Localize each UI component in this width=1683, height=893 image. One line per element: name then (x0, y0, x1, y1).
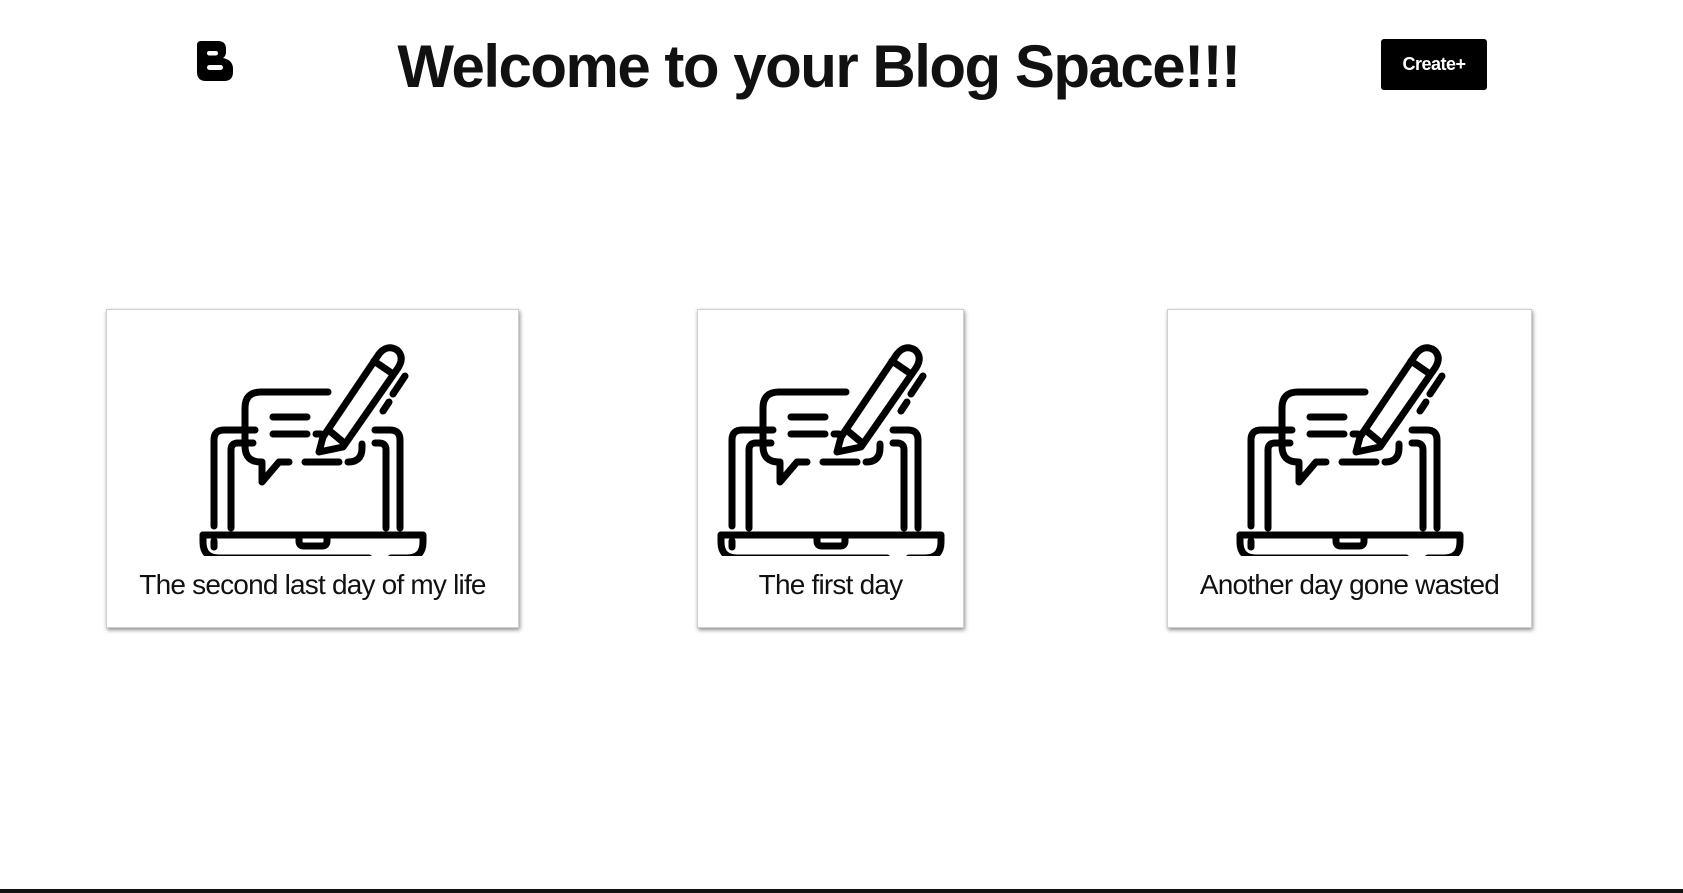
create-button[interactable]: Create+ (1381, 39, 1487, 90)
laptop-chat-pencil-icon (715, 332, 947, 556)
post-title: The first day (758, 569, 903, 600)
post-title: The second last day of my life (139, 569, 486, 600)
laptop-chat-pencil-icon (1234, 332, 1466, 556)
footer-divider (0, 889, 1683, 893)
post-card[interactable]: The second last day of my life (106, 309, 519, 628)
post-card[interactable]: Another day gone wasted (1167, 309, 1532, 628)
laptop-chat-pencil-icon (197, 332, 429, 556)
page-header: Welcome to your Blog Space!!! Create+ (0, 0, 1683, 140)
post-title: Another day gone wasted (1199, 569, 1500, 600)
post-card[interactable]: The first day (697, 309, 964, 628)
